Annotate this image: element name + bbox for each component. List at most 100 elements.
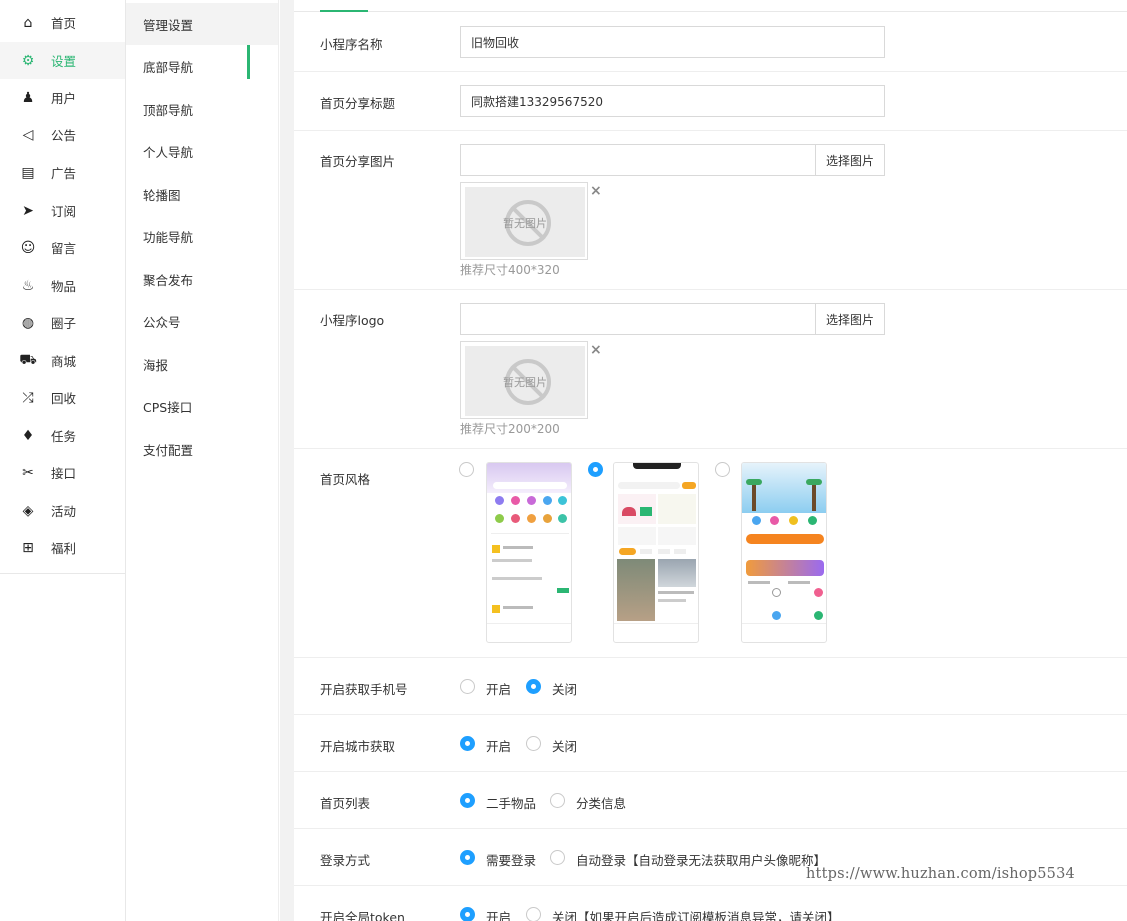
- style-1-preview[interactable]: [486, 462, 572, 643]
- login-need-text: 需要登录: [486, 853, 537, 868]
- row-share-image: 首页分享图片 选择图片 暂无图片 × 推荐尺寸400*320: [294, 131, 1127, 290]
- sidebar-item-label: 首页: [51, 16, 77, 31]
- watermark-text: https://www.huzhan.com/ishop5534: [806, 866, 1075, 882]
- document-icon: ▤: [21, 164, 35, 181]
- list-secondhand-text: 二手物品: [486, 796, 537, 811]
- city-label: 开启城市获取: [320, 739, 396, 754]
- tools-icon: ✂: [22, 464, 34, 481]
- sidebar-item-label: 圈子: [51, 316, 77, 331]
- subnav-item-6[interactable]: 聚合发布: [126, 258, 278, 300]
- subnav-item-4[interactable]: 轮播图: [126, 173, 278, 215]
- login-auto-text: 自动登录【自动登录无法获取用户头像昵称】: [576, 853, 827, 868]
- sidebar-item-9[interactable]: ⛟ 商城: [0, 342, 125, 379]
- home-style-label: 首页风格: [320, 472, 371, 487]
- user-icon: ♟: [21, 89, 35, 106]
- login-auto-radio[interactable]: [550, 850, 565, 865]
- subnav-item-10[interactable]: 支付配置: [126, 428, 278, 470]
- subnav-item-8[interactable]: 海报: [126, 343, 278, 385]
- share-title-input[interactable]: [460, 85, 885, 117]
- chat-icon: ☺: [20, 239, 36, 256]
- sidebar-item-label: 活动: [51, 504, 77, 519]
- speaker-icon: ◁: [22, 126, 34, 143]
- style-2-preview[interactable]: [613, 462, 699, 643]
- style-3-radio[interactable]: [715, 462, 730, 477]
- share-image-remove-icon[interactable]: ×: [590, 183, 602, 199]
- row-city: 开启城市获取: [294, 715, 1127, 772]
- sidebar-item-13[interactable]: ◈ 活动: [0, 492, 125, 529]
- token-on-radio[interactable]: [460, 907, 475, 921]
- sidebar-item-1[interactable]: ⚙ 设置: [0, 42, 125, 79]
- sidebar-item-6[interactable]: ☺ 留言: [0, 229, 125, 266]
- logo-hint: 推荐尺寸200*200: [460, 422, 560, 436]
- login-need-radio[interactable]: [460, 850, 475, 865]
- city-off-radio[interactable]: [526, 736, 541, 751]
- sidebar-item-14[interactable]: ⊞ 福利: [0, 529, 125, 566]
- sidebar-item-10[interactable]: ⤮ 回收: [0, 379, 125, 416]
- settings-subnav: 管理设置 底部导航 顶部导航 个人导航 轮播图 功能导航 聚合发布 公众号 海报 CPS接口 支付配…: [126, 0, 279, 921]
- city-on-text: 开启: [486, 739, 512, 754]
- sidebar-item-8[interactable]: ◍ 圈子: [0, 304, 125, 341]
- sidebar-item-7[interactable]: ♨ 物品: [0, 267, 125, 304]
- row-logo: 小程序logo 选择图片 暂无图片 × 推荐尺寸200*200: [294, 290, 1127, 449]
- logo-pick-button[interactable]: 选择图片: [815, 303, 885, 335]
- bell-icon: ♦: [21, 427, 35, 444]
- sidebar-item-label: 用户: [51, 91, 77, 106]
- sidebar-item-label: 福利: [51, 541, 77, 556]
- cart-icon: ⛟: [19, 351, 37, 368]
- sidebar-item-label: 广告: [51, 166, 77, 181]
- sidebar-item-11[interactable]: ♦ 任务: [0, 417, 125, 454]
- shuffle-icon: ⤮: [22, 389, 34, 406]
- subnav-item-2[interactable]: 顶部导航: [126, 88, 278, 130]
- style-3-preview[interactable]: [741, 462, 827, 643]
- token-off-radio[interactable]: [526, 907, 541, 921]
- logo-remove-icon[interactable]: ×: [590, 342, 602, 358]
- main-sidebar: ⌂ 首页 ⚙ 设置 ♟ 用户 ◁ 公告 ▤ 广告 ➤ 订阅 ☺ 留言 ♨ 物品 ◍ 圈子 ⛟ 商城 ⤮ 回收 ♦ 任务 ✂ 接口 ◈…: [0, 0, 126, 574]
- subnav-item-7[interactable]: 公众号: [126, 300, 278, 342]
- token-off-text: 关闭【如果开启后造成订阅模板消息异常，请关闭】: [552, 910, 840, 921]
- phone-on-radio[interactable]: [460, 679, 475, 694]
- subnav-item-9[interactable]: CPS接口: [126, 385, 278, 427]
- diamond-icon: ◈: [22, 502, 34, 519]
- style-1-radio[interactable]: [459, 462, 474, 477]
- sidebar-item-4[interactable]: ▤ 广告: [0, 154, 125, 191]
- login-label: 登录方式: [320, 853, 371, 868]
- subnav-item-0[interactable]: 管理设置: [126, 3, 278, 45]
- sidebar-item-0[interactable]: ⌂ 首页: [0, 4, 125, 41]
- list-classified-text: 分类信息: [576, 796, 627, 811]
- share-image-preview: 暂无图片: [460, 182, 588, 260]
- row-home-list: 首页列表: [294, 772, 1127, 829]
- share-image-pick-button[interactable]: 选择图片: [815, 144, 885, 176]
- city-off-text: 关闭: [552, 739, 578, 754]
- sidebar-item-12[interactable]: ✂ 接口: [0, 454, 125, 491]
- sidebar-item-label: 设置: [51, 54, 77, 69]
- subnav-item-1[interactable]: 底部导航: [126, 45, 278, 87]
- globe-icon: ◍: [21, 314, 35, 331]
- sidebar-item-label: 商城: [51, 354, 77, 369]
- phone-off-radio[interactable]: [526, 679, 541, 694]
- sidebar-item-3[interactable]: ◁ 公告: [0, 116, 125, 153]
- subnav-item-3[interactable]: 个人导航: [126, 130, 278, 172]
- token-on-text: 开启: [486, 910, 512, 921]
- share-image-input[interactable]: [460, 144, 816, 176]
- list-classified-radio[interactable]: [550, 793, 565, 808]
- row-share-title: 首页分享标题: [294, 72, 1127, 131]
- subnav-item-5[interactable]: 功能导航: [126, 215, 278, 257]
- logo-label: 小程序logo: [320, 313, 385, 328]
- no-image-text: 暂无图片: [503, 376, 547, 389]
- phone-number-label: 开启获取手机号: [320, 682, 408, 697]
- sidebar-item-2[interactable]: ♟ 用户: [0, 79, 125, 116]
- logo-input[interactable]: [460, 303, 816, 335]
- home-list-label: 首页列表: [320, 796, 371, 811]
- city-on-radio[interactable]: [460, 736, 475, 751]
- style-2-radio[interactable]: [588, 462, 603, 477]
- app-name-label: 小程序名称: [320, 37, 383, 52]
- sidebar-item-label: 物品: [51, 279, 77, 294]
- no-image-text: 暂无图片: [503, 217, 547, 230]
- sidebar-item-label: 回收: [51, 391, 77, 406]
- row-home-style: 首页风格: [294, 449, 1127, 658]
- send-icon: ➤: [22, 202, 34, 219]
- app-name-input[interactable]: [460, 26, 885, 58]
- sidebar-item-label: 留言: [51, 241, 77, 256]
- list-secondhand-radio[interactable]: [460, 793, 475, 808]
- sidebar-item-5[interactable]: ➤ 订阅: [0, 192, 125, 229]
